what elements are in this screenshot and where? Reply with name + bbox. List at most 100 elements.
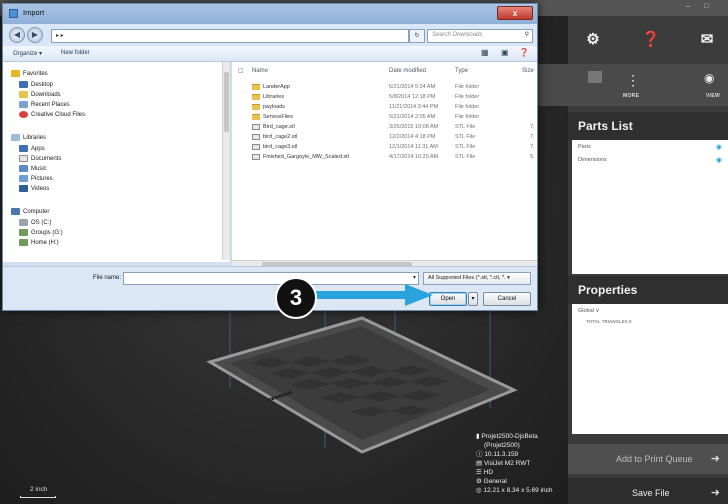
file-row[interactable]: Bird_cage.stl 3/25/2015 10:08 AM STL File 7… <box>232 122 537 132</box>
folder-icon <box>252 94 260 100</box>
organize-menu[interactable]: Organize ▾ <box>13 50 42 57</box>
nav-item-documents[interactable]: Documents <box>19 155 61 162</box>
view-options-icon[interactable]: ▦ <box>481 48 489 57</box>
save-file-button[interactable]: Save File ➜ <box>568 478 728 504</box>
nav-item-home-drive[interactable]: Home (H:) <box>19 239 59 246</box>
recent-places-icon <box>19 101 28 108</box>
file-type: File folder <box>455 94 480 100</box>
documents-icon <box>19 155 28 162</box>
minimize-icon[interactable]: – <box>686 3 690 10</box>
nav-item-music[interactable]: Music <box>19 165 47 172</box>
file-list: ☐ Name Date modified Type Size LanderApp… <box>232 62 537 260</box>
file-row[interactable]: ServiceFiles 5/21/2014 2:05 AM File folder <box>232 112 537 122</box>
eye-icon[interactable]: ◉ <box>704 71 714 85</box>
computer-icon <box>11 208 20 215</box>
dialog-title-bar[interactable]: Import x <box>3 4 537 24</box>
drive-icon <box>19 219 28 226</box>
global-scope-dropdown[interactable]: Global ∨ <box>578 308 599 314</box>
view-label[interactable]: VIEW <box>706 93 720 99</box>
gear-icon[interactable]: ⚙ <box>583 30 603 50</box>
file-date: 4/17/2014 10:20 AM <box>389 154 439 160</box>
file-type-select[interactable]: All Supported Files (*.stl, *.ctl, *. ▾ <box>423 272 531 285</box>
stl-file-icon <box>252 144 260 150</box>
save-file-label: Save File <box>632 488 670 498</box>
libraries-icon <box>11 134 20 141</box>
file-row[interactable]: bird_cage2.stl 12/2/2014 4:18 PM STL File 7… <box>232 132 537 142</box>
back-icon[interactable]: ◀ <box>9 27 25 43</box>
parts-list-body: Parts ◉ Dimensions ◉ <box>572 140 728 274</box>
nav-item-creative-cloud[interactable]: Creative Cloud Files <box>19 111 85 118</box>
add-to-queue-button[interactable]: Add to Print Queue ➜ <box>568 444 728 474</box>
import-dialog: Import x ◀ ▶ ▸ ▸ ↻ Search Downloads ⚲ Or… <box>2 3 538 311</box>
mail-icon[interactable]: ✉ <box>697 30 717 50</box>
nav-item-videos[interactable]: Videos <box>19 185 49 192</box>
file-name: LanderApp <box>263 84 290 90</box>
libraries-header[interactable]: Libraries <box>11 134 46 141</box>
cancel-button[interactable]: Cancel <box>483 292 531 306</box>
file-type: STL File <box>455 144 476 150</box>
parts-row[interactable]: Parts <box>578 144 591 150</box>
help-icon[interactable]: ❓ <box>641 30 661 50</box>
open-options-button[interactable]: ▾ <box>468 292 478 306</box>
search-icon: ⚲ <box>524 32 529 38</box>
nav-scrollbar[interactable] <box>222 62 230 260</box>
scale-bar <box>20 496 56 498</box>
nav-item-apps[interactable]: Apps <box>19 145 45 152</box>
nav-item-desktop[interactable]: Desktop <box>19 81 53 88</box>
scroll-thumb[interactable] <box>224 72 229 132</box>
faded-tool-icon[interactable] <box>588 71 602 83</box>
column-date[interactable]: Date modified <box>389 68 426 74</box>
file-size: 7, <box>530 144 535 150</box>
step-number-badge: 3 <box>275 277 317 319</box>
new-folder-button[interactable]: New folder <box>61 50 90 56</box>
app-toolbar: ⚙ ❓ ✉ <box>568 16 728 64</box>
file-date: 5/21/2014 2:05 AM <box>389 114 436 120</box>
printer-profile: ⚙ General <box>476 478 507 485</box>
stl-file-icon <box>252 154 260 160</box>
eye-icon[interactable]: ◉ <box>716 156 722 164</box>
preview-pane-icon[interactable]: ▣ <box>501 48 509 57</box>
file-row[interactable]: LanderApp 5/21/2014 5:24 AM File folder <box>232 82 537 92</box>
file-row[interactable]: Finished_Gargoyle_MW_Scaled.stl 4/17/2014… <box>232 152 537 162</box>
maximize-icon[interactable]: □ <box>704 3 708 10</box>
more-label[interactable]: MORE <box>623 93 639 99</box>
forward-icon[interactable]: ▶ <box>27 27 43 43</box>
computer-header[interactable]: Computer <box>11 208 49 215</box>
nav-item-groups-drive[interactable]: Groups (G:) <box>19 229 63 236</box>
printer-model: (Projet2500) <box>484 442 520 449</box>
search-input[interactable]: Search Downloads ⚲ <box>427 29 533 43</box>
favorites-header[interactable]: Favorites <box>11 70 48 77</box>
chevron-down-icon[interactable]: ▾ <box>413 274 416 281</box>
address-field[interactable]: ▸ ▸ <box>51 29 409 43</box>
dimensions-row[interactable]: Dimensions <box>578 157 607 163</box>
eye-icon[interactable]: ◉ <box>716 143 722 151</box>
nav-item-downloads[interactable]: Downloads <box>19 91 61 98</box>
refresh-icon[interactable]: ↻ <box>409 29 425 43</box>
column-type[interactable]: Type <box>455 68 468 74</box>
file-type: File folder <box>455 114 480 120</box>
help-icon[interactable]: ❓ <box>519 48 529 57</box>
column-size[interactable]: Size <box>522 68 534 74</box>
music-icon <box>19 165 28 172</box>
file-row[interactable]: bird_cage3.stl 12/1/2014 11:31 AM STL File… <box>232 142 537 152</box>
arrow-right-icon: ➜ <box>710 487 720 499</box>
dialog-title: Import <box>23 8 45 17</box>
file-name: payloads <box>263 104 286 110</box>
file-type-value: All Supported Files (*.stl, *.ctl, *. <box>428 275 506 281</box>
folder-icon <box>252 114 260 120</box>
nav-item-os-drive[interactable]: OS (C:) <box>19 219 51 226</box>
arrow-right-icon: ➜ <box>710 453 720 465</box>
column-name[interactable]: Name <box>252 68 268 74</box>
more-icon[interactable]: ⋮ <box>626 72 640 89</box>
search-placeholder: Search Downloads <box>432 32 483 38</box>
file-date: 5/8/2014 12:18 PM <box>389 94 436 100</box>
file-name: Finished_Gargoyle_MW_Scaled.stl <box>263 154 349 160</box>
select-all-checkbox[interactable]: ☐ <box>238 68 243 75</box>
close-button[interactable]: x <box>497 6 533 20</box>
nav-item-pictures[interactable]: Pictures <box>19 175 53 182</box>
file-size: 5, <box>530 154 535 160</box>
nav-item-recent-places[interactable]: Recent Places <box>19 101 70 108</box>
file-row[interactable]: Libraries 5/8/2014 12:18 PM File folder <box>232 92 537 102</box>
file-row[interactable]: payloads 11/21/2014 3:44 PM File folder <box>232 102 537 112</box>
printer-name: ▮ Projet2500-DjsBeta <box>476 433 538 440</box>
